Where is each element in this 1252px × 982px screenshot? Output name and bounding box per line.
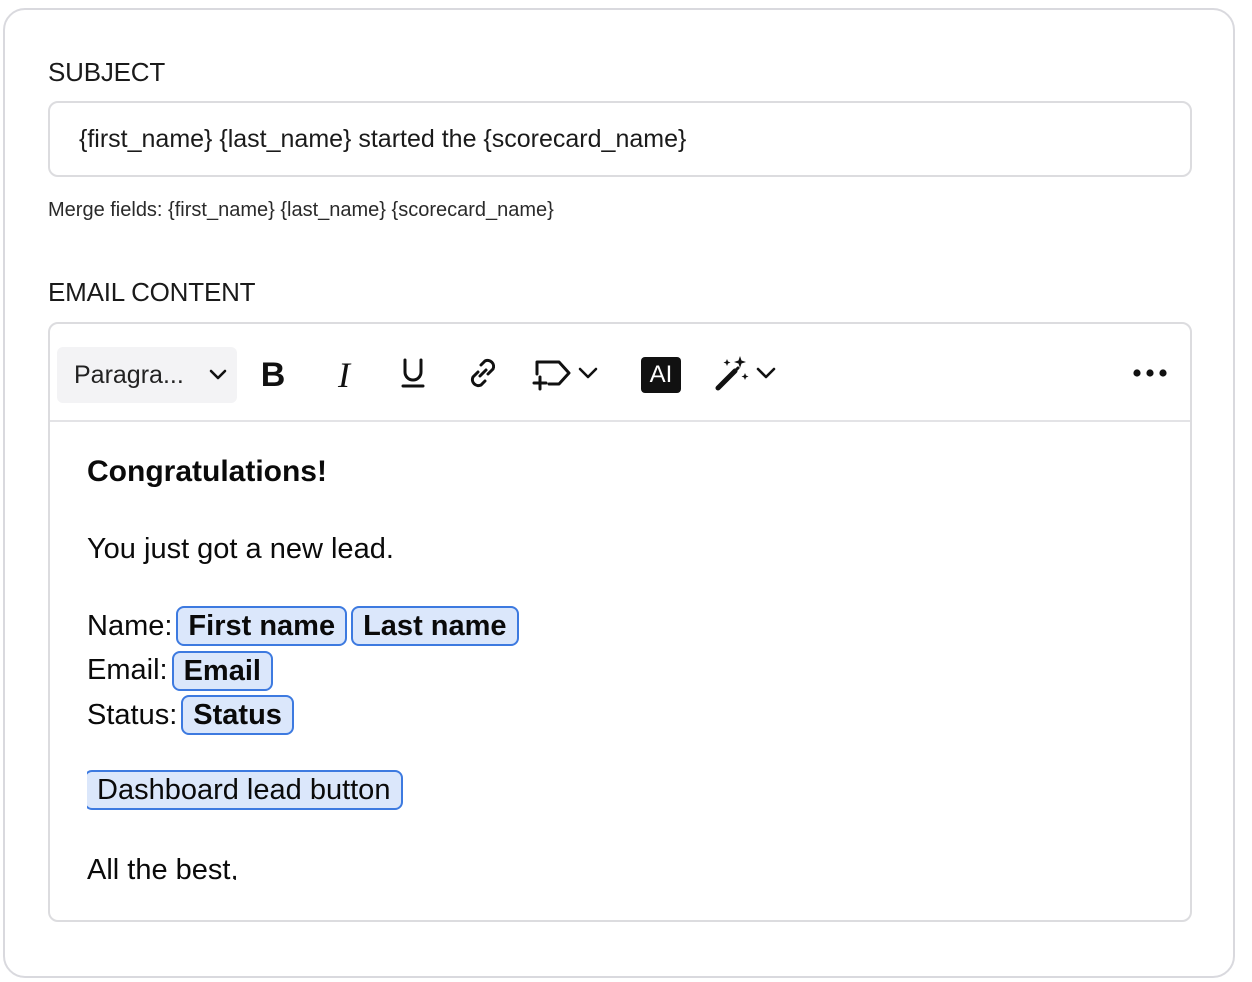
email-intro: You just got a new lead. [87, 533, 394, 565]
subject-input[interactable] [48, 101, 1192, 177]
status-merge-chip[interactable]: Status [181, 695, 294, 736]
bold-button[interactable]: B [255, 354, 291, 396]
chevron-down-icon [575, 362, 601, 389]
merge-fields-hint: Merge fields: {first_name} {last_name} {… [48, 199, 554, 221]
email-row: Email: Email [87, 649, 519, 694]
status-label: Status: [87, 698, 178, 731]
underline-button[interactable] [395, 354, 431, 396]
magic-wand-button[interactable] [708, 354, 784, 396]
dashboard-button-block: Dashboard lead button [87, 770, 404, 810]
email-heading: Congratulations! [87, 455, 327, 488]
lead-fields: Name: First name Last name Email: Email … [87, 604, 519, 738]
chevron-down-icon [207, 364, 229, 393]
more-options-button[interactable] [1128, 354, 1172, 396]
editor-toolbar: Paragra... B I AI [50, 324, 1190, 422]
chevron-down-icon [753, 362, 779, 389]
status-row: Status: Status [87, 693, 519, 738]
email-merge-chip[interactable]: Email [171, 650, 273, 691]
email-label: Email: [87, 654, 168, 687]
name-row: Name: First name Last name [87, 604, 519, 649]
ai-icon: AI [641, 357, 681, 393]
link-icon [464, 354, 502, 397]
dashboard-lead-button-chip[interactable]: Dashboard lead button [87, 770, 404, 810]
rich-text-editor[interactable]: Paragra... B I AI Congratulations! You j… [48, 322, 1192, 922]
italic-button[interactable]: I [326, 354, 362, 396]
magic-wand-icon [713, 353, 753, 398]
last-name-merge-chip[interactable]: Last name [351, 606, 519, 647]
ai-button[interactable]: AI [638, 354, 684, 396]
editor-body[interactable]: Congratulations! You just got a new lead… [87, 454, 1160, 880]
paragraph-style-value: Paragra... [74, 360, 184, 389]
email-sign-off: All the best, [87, 854, 239, 880]
link-button[interactable] [462, 354, 504, 396]
merge-field-button[interactable] [528, 354, 604, 396]
paragraph-style-select[interactable]: Paragra... [57, 347, 237, 403]
tag-plus-icon [531, 354, 575, 397]
subject-label: SUBJECT [48, 57, 166, 87]
underline-icon [399, 357, 427, 394]
more-horizontal-icon [1132, 366, 1168, 384]
email-content-label: EMAIL CONTENT [48, 277, 256, 307]
first-name-merge-chip[interactable]: First name [176, 606, 348, 647]
name-label: Name: [87, 609, 173, 642]
